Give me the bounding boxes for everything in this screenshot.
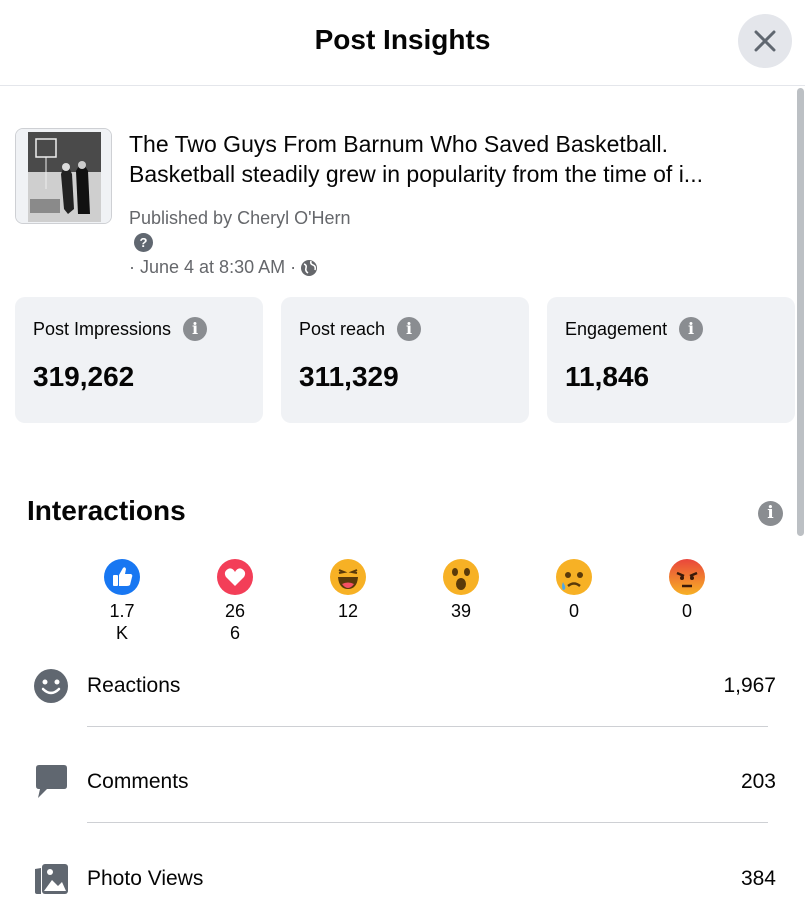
comment-icon [36,765,67,798]
globe-icon [301,259,318,276]
dialog-header: Post Insights [0,0,805,86]
stat-value: 11,846 [565,361,650,392]
stat-label-row: Post reach i [299,317,422,341]
sad-reaction-icon [556,559,592,595]
scrollbar[interactable] [797,86,805,904]
stat-label: Engagement [565,318,668,339]
metric-row-reactions[interactable]: Reactions 1,967 [0,656,797,716]
help-icon[interactable]: ? [134,233,153,252]
metric-value: 203 [740,770,776,793]
reaction-count: 1.7 K [109,601,135,643]
close-button[interactable] [738,14,792,68]
metric-row-photo-views[interactable]: Photo Views 384 [0,849,797,904]
dialog-title: Post Insights [314,24,491,55]
metric-label: Photo Views [87,867,204,890]
metric-label: Comments [87,770,189,793]
stat-card-reach: Post reach i 311,329 [281,297,529,423]
post-date-row: · June 4 at 8:30 AM · [129,257,318,278]
post-title-line-1: The Two Guys From Barnum Who Saved Baske… [129,131,669,157]
post-thumbnail[interactable] [15,128,112,224]
post-date[interactable]: · June 4 at 8:30 AM · [129,257,296,278]
reaction-count: 39 [450,601,472,621]
stat-value: 319,262 [33,361,135,392]
reaction-haha[interactable]: 12 [308,558,388,622]
stat-label: Post reach [299,318,386,339]
wow-reaction-icon [443,559,479,595]
divider [87,822,768,823]
published-by: Published by Cheryl O'Hern [129,208,351,228]
metric-value: 384 [740,867,776,890]
reaction-wow[interactable]: 39 [421,558,501,622]
post-title-line-2: Basketball steadily grew in popularity f… [129,161,703,187]
reaction-count: 0 [681,601,692,621]
post-title[interactable]: The Two Guys From Barnum Who Saved Baske… [129,129,794,189]
reaction-count: 266 [224,601,246,643]
reaction-sad[interactable]: 0 [534,558,614,622]
like-reaction-icon [104,559,140,595]
interactions-title: Interactions [27,495,186,526]
metric-row-comments[interactable]: Comments 203 [0,752,797,812]
interactions-info-icon[interactable]: i [758,501,783,526]
info-icon[interactable]: i [679,317,704,341]
metric-label: Reactions [87,674,181,697]
close-icon [754,30,776,52]
reaction-count: 0 [568,601,579,621]
reaction-angry[interactable]: 0 [647,558,727,622]
smiley-icon [34,669,68,703]
scrollbar-thumb[interactable] [797,88,804,536]
reaction-like[interactable]: 1.7 K [82,558,162,644]
stat-label: Post Impressions [33,318,172,339]
info-icon[interactable]: i [183,317,208,341]
photo-icon [35,864,68,894]
divider [87,726,768,727]
haha-reaction-icon [330,559,366,595]
reaction-count: 12 [337,601,359,621]
stat-card-engagement: Engagement i 11,846 [547,297,795,423]
stat-value: 311,329 [299,361,399,392]
reaction-love[interactable]: 266 [195,558,275,644]
love-reaction-icon [217,559,253,595]
angry-reaction-icon [669,559,705,595]
stat-label-row: Post Impressions i [33,317,208,341]
metric-value: 1,967 [723,674,776,697]
stat-card-impressions: Post Impressions i 319,262 [15,297,263,423]
info-icon[interactable]: i [397,317,422,341]
stat-label-row: Engagement i [565,317,704,341]
